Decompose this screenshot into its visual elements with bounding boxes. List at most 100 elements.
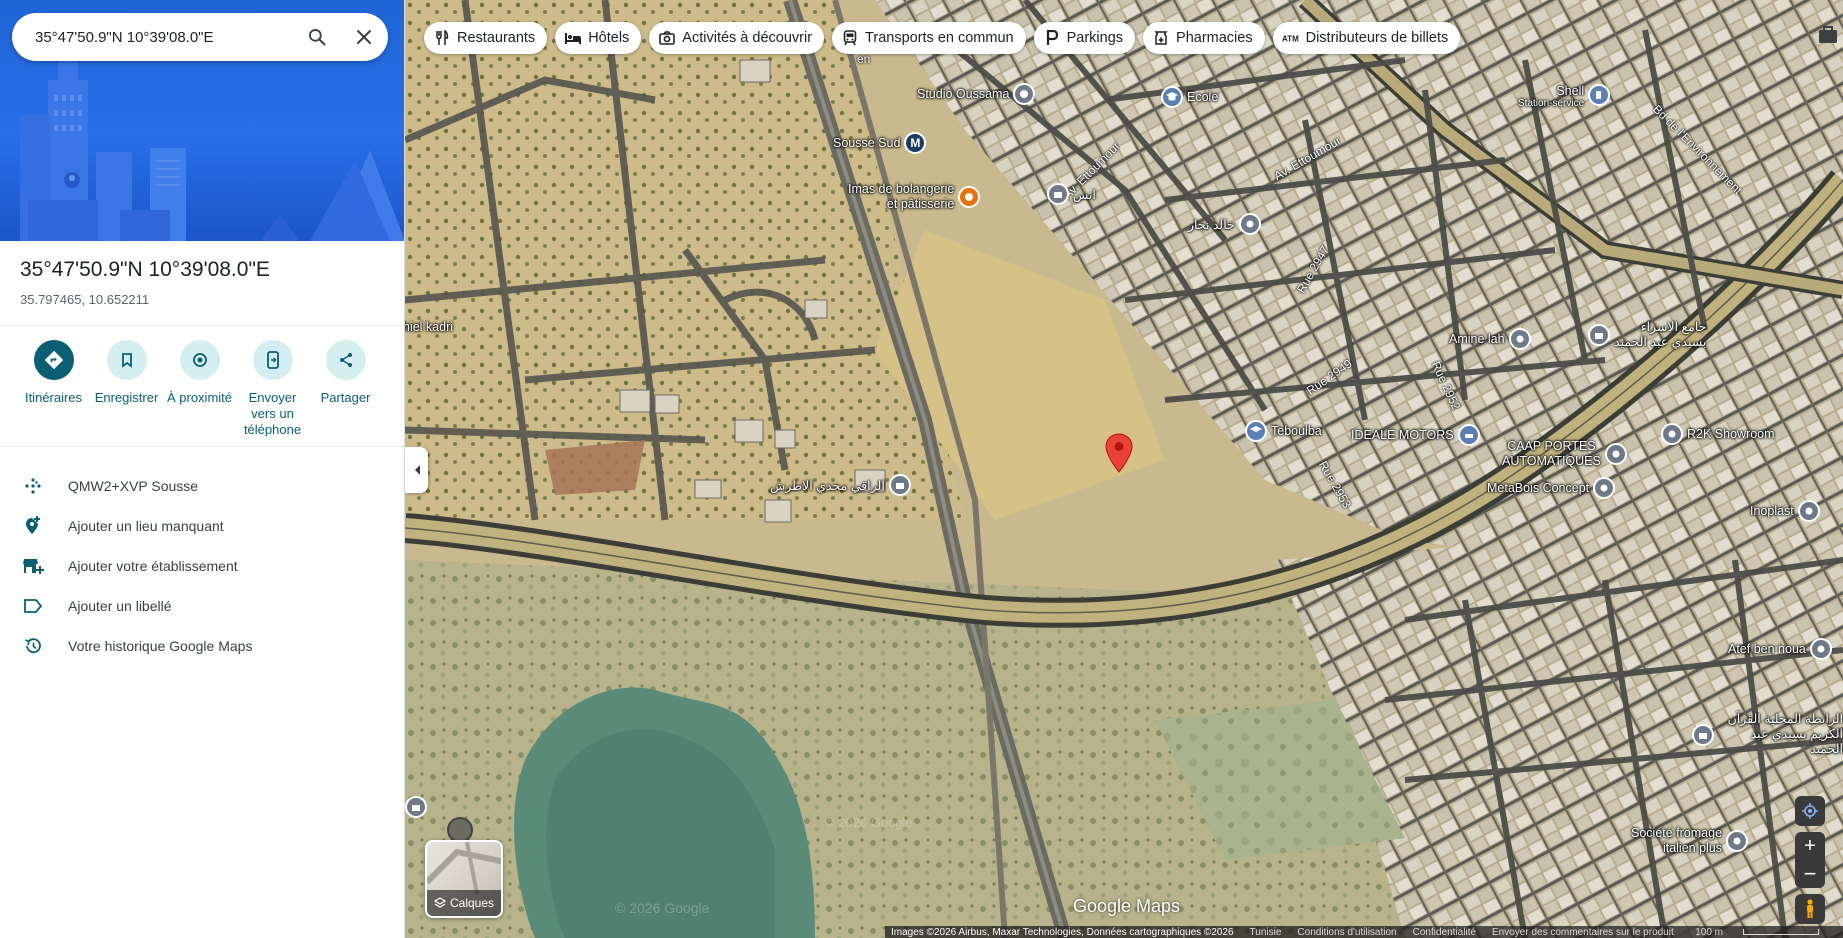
nearby-icon xyxy=(179,340,220,380)
poi-studio-label: Studio Oussama xyxy=(917,87,1010,101)
poi-teboulba-label: Teboulba xyxy=(1271,424,1322,438)
send-to-phone-button[interactable]: Envoyer vers un téléphone xyxy=(236,340,309,438)
country-link[interactable]: Tunisie xyxy=(1250,927,1282,938)
poi-caap[interactable]: CAAP PORTES AUTOMATIQUES xyxy=(1502,439,1627,469)
layers-label: Calques xyxy=(449,896,495,910)
poi-raqi[interactable]: الراقي مجدي الاطرش xyxy=(770,474,911,496)
poi-fromage[interactable]: Société fromage italien plus xyxy=(1631,826,1749,856)
street-view-button[interactable] xyxy=(1795,894,1825,924)
location-pin-icon[interactable] xyxy=(1105,433,1133,478)
label-icon xyxy=(20,593,46,619)
camera-icon xyxy=(658,29,676,47)
search-input[interactable] xyxy=(35,28,285,46)
privacy-link[interactable]: Confidentialité xyxy=(1413,927,1476,938)
poi-bakery[interactable]: Imas de bolangerie et pâtisserie xyxy=(848,182,981,212)
chip-restaurants[interactable]: Restaurants xyxy=(424,22,548,54)
poi-r2k-label: R2K Showroom xyxy=(1687,427,1775,441)
poi-raqi-label: الراقي مجدي الاطرش xyxy=(770,478,885,493)
poi-fromage-label: Société fromage italien plus xyxy=(1631,826,1723,855)
poi-metabois-label: MetaBois Concept xyxy=(1487,481,1590,495)
poi-khaled-label: خالد نجار xyxy=(1188,217,1235,232)
satellite-map[interactable]: Restaurants Hôtels Activités à découvrir… xyxy=(405,0,1843,938)
layers-button[interactable]: Calques xyxy=(425,840,503,918)
poi-inoplast[interactable]: Inoplast xyxy=(1750,500,1820,522)
directions-label: Itinéraires xyxy=(24,390,83,405)
add-label-text: Ajouter un libellé xyxy=(68,598,172,614)
poi-metabois[interactable]: MetaBois Concept xyxy=(1487,477,1616,499)
layers-icon xyxy=(433,897,446,908)
search-icon[interactable] xyxy=(305,25,329,49)
scale-bar[interactable]: 100 m xyxy=(1695,927,1835,938)
share-button[interactable]: Partager xyxy=(309,340,382,438)
museum-icon xyxy=(405,796,427,818)
chip-atms[interactable]: ATM Distributeurs de billets xyxy=(1272,22,1461,54)
add-business-item[interactable]: Ajouter votre établissement xyxy=(0,546,404,586)
send-to-phone-icon xyxy=(252,340,293,380)
place-icon xyxy=(1726,830,1749,852)
map-controls: + − xyxy=(1795,796,1825,924)
poi-kadri-label: hiel kadri xyxy=(405,320,454,334)
info-list: QMW2+XVP Sousse Ajouter un lieu manquant… xyxy=(0,466,404,666)
poi-teboulba[interactable]: Teboulba xyxy=(1245,420,1322,442)
add-business-icon xyxy=(20,553,46,579)
nearby-button[interactable]: À proximité xyxy=(163,340,236,438)
poi-khaled[interactable]: خالد نجار xyxy=(1188,213,1261,235)
poi-anas-label: انس xyxy=(1073,187,1096,202)
chip-activities[interactable]: Activités à découvrir xyxy=(649,22,825,54)
chip-activities-label: Activités à découvrir xyxy=(682,30,813,46)
poi-metro[interactable]: M Sousse Sud xyxy=(833,132,927,154)
add-label-item[interactable]: Ajouter un libellé xyxy=(0,586,404,626)
school-icon xyxy=(1245,420,1267,442)
poi-ecole[interactable]: Ecole xyxy=(1161,86,1218,108)
share-icon xyxy=(325,340,366,380)
save-button[interactable]: Enregistrer xyxy=(90,340,163,438)
plus-code-icon xyxy=(20,473,46,499)
poi-anas[interactable]: انس xyxy=(1047,183,1096,205)
landmark-icon xyxy=(1692,723,1714,746)
poi-atef[interactable]: Atef ben noua xyxy=(1728,638,1832,660)
poi-r2k[interactable]: R2K Showroom xyxy=(1661,423,1775,445)
place-icon xyxy=(1593,477,1616,499)
search-box xyxy=(12,13,388,61)
zoom-in-icon[interactable]: + xyxy=(1804,832,1816,860)
chip-transit-label: Transports en commun xyxy=(865,30,1014,46)
add-location-icon xyxy=(20,513,46,539)
metro-icon: M xyxy=(904,132,927,154)
history-item[interactable]: Votre historique Google Maps xyxy=(0,626,404,666)
poi-shell[interactable]: Shell Station-service xyxy=(1518,84,1611,109)
terms-link[interactable]: Conditions d'utilisation xyxy=(1297,927,1396,938)
action-bar: Itinéraires Enregistrer À proximité Envo… xyxy=(17,340,397,438)
poi-kadri[interactable]: hiel kadri xyxy=(405,320,453,334)
zoom-out-icon[interactable]: − xyxy=(1804,860,1817,888)
close-icon[interactable] xyxy=(352,25,376,49)
chip-pharmacies[interactable]: Pharmacies xyxy=(1143,22,1265,54)
plus-code-item[interactable]: QMW2+XVP Sousse xyxy=(0,466,404,506)
briefcase-icon[interactable] xyxy=(1813,20,1843,50)
mosque-icon xyxy=(1588,324,1610,346)
feedback-link[interactable]: Envoyer des commentaires sur le produit xyxy=(1492,927,1674,938)
chip-hotels[interactable]: Hôtels xyxy=(555,22,642,54)
poi-rabita[interactable]: الرابطة المحلية القرآن الكريم بسيدي عبد … xyxy=(1692,712,1843,757)
poi-mosque[interactable]: جامع الاسراء بسيدي عبد الحميد xyxy=(1588,320,1706,350)
google-maps-logo: Google Maps xyxy=(1073,896,1181,916)
poi-studio[interactable]: Studio Oussama xyxy=(917,83,1036,105)
poi-ideale[interactable]: IDEALE MOTORS xyxy=(1351,424,1480,446)
poi-ideale-label: IDEALE MOTORS xyxy=(1351,428,1454,442)
collapse-panel-button[interactable] xyxy=(405,447,428,493)
bakery-icon xyxy=(958,186,981,208)
chip-transit[interactable]: Transports en commun xyxy=(832,22,1026,54)
pharmacy-icon xyxy=(1152,29,1170,47)
directions-button[interactable]: Itinéraires xyxy=(17,340,90,438)
road-label: en xyxy=(857,52,871,66)
my-location-button[interactable] xyxy=(1795,796,1825,826)
chevron-left-icon xyxy=(414,465,420,475)
place-icon xyxy=(1238,213,1261,235)
poi-museum[interactable] xyxy=(405,796,427,818)
add-missing-place-item[interactable]: Ajouter un lieu manquant xyxy=(0,506,404,546)
chip-parkings[interactable]: Parkings xyxy=(1033,22,1136,54)
place-decimal-coordinates[interactable]: 35.797465, 10.652211 xyxy=(20,292,149,307)
chip-atms-label: Distributeurs de billets xyxy=(1305,30,1449,46)
poi-rabita-label: الرابطة المحلية القرآن الكريم بسيدي عبد … xyxy=(1727,712,1843,756)
scale-line xyxy=(1743,929,1819,935)
poi-amine[interactable]: Amine lah xyxy=(1449,328,1531,350)
